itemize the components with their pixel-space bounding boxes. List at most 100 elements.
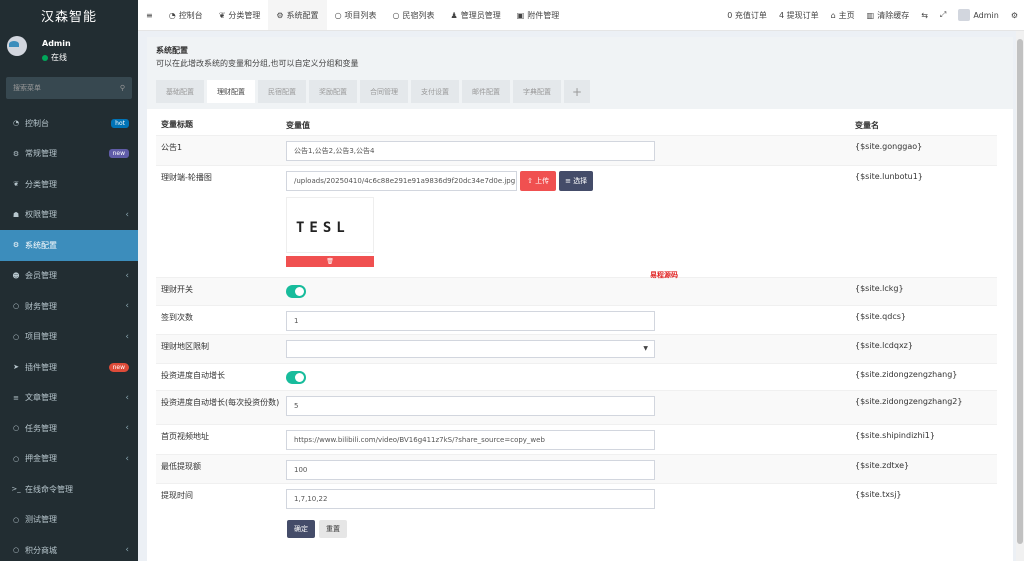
sidebar-item-points-mall[interactable]: ○ 积分商城 ‹: [0, 535, 138, 561]
scrollbar-thumb[interactable]: [1017, 39, 1023, 544]
sidebar-item-label: 插件管理: [25, 362, 57, 372]
user-icon: ♟: [450, 10, 458, 20]
tab-admin-manage[interactable]: ♟ 管理员管理: [443, 0, 509, 30]
tab-payment[interactable]: 支付设置: [411, 80, 459, 103]
sidebar-item-label: 文章管理: [25, 393, 57, 403]
app-logo[interactable]: 汉森智能: [0, 0, 138, 31]
chevron-left-icon: ‹: [125, 270, 129, 281]
sidebar-item-label: 押金管理: [25, 454, 57, 464]
sidebar-item-category[interactable]: ❦ 分类管理: [0, 169, 138, 200]
row-title: 提现时间: [161, 491, 193, 500]
terminal-icon: >_: [11, 485, 21, 494]
tab-homestay-list[interactable]: ○ 民宿列表: [385, 0, 443, 30]
circle-icon: ○: [12, 546, 20, 555]
auto-growth-shares-input[interactable]: 5: [286, 396, 655, 416]
tab-homestay[interactable]: 民宿配置: [258, 80, 306, 103]
row-title: 首页视频地址: [161, 432, 209, 441]
panel-heading: 系统配置 可以在此增改系统的变量和分组,也可以自定义分组和变量 基础配置 理财配…: [147, 37, 1013, 109]
new-badge: new: [108, 362, 129, 372]
home-icon: ⌂: [830, 10, 836, 20]
tab-email[interactable]: 邮件配置: [462, 80, 510, 103]
tab-category[interactable]: ❦ 分类管理: [211, 0, 269, 30]
header-title: 变量标题: [161, 120, 193, 129]
sidebar-item-system-config[interactable]: ⚙ 系统配置: [0, 230, 138, 261]
user-panel: Admin 在线: [0, 31, 138, 71]
tab-dashboard[interactable]: ◔ 控制台: [161, 0, 211, 30]
row-var-name: {$site.zidongzengzhang}: [855, 370, 958, 379]
sidebar-item-deposit[interactable]: ○ 押金管理 ‹: [0, 444, 138, 475]
table-row: 理财地区限制 ▼ {$site.lcdqxz}: [156, 334, 997, 363]
sidebar-item-members[interactable]: ☻ 会员管理 ‹: [0, 261, 138, 292]
gonggao-input[interactable]: 公告1,公告2,公告3,公告4: [286, 141, 655, 161]
row-value: 公告1,公告2,公告3,公告4: [283, 136, 855, 165]
tab-basic[interactable]: 基础配置: [156, 80, 204, 103]
sidebar-item-general[interactable]: ⚙ 常规管理 new: [0, 139, 138, 170]
min-withdraw-input[interactable]: 100: [286, 460, 655, 480]
search-icon[interactable]: ⚲: [120, 84, 125, 92]
tab-contract[interactable]: 合同管理: [360, 80, 408, 103]
config-tabs: 基础配置 理财配置 民宿配置 奖励配置 合同管理 支付设置 邮件配置 字典配置 …: [156, 80, 1004, 103]
chevron-left-icon: ‹: [125, 331, 129, 342]
submit-button[interactable]: 确定: [287, 520, 315, 538]
video-url-input[interactable]: https://www.bilibili.com/video/BV16g411z…: [286, 430, 655, 450]
row-value: 1: [283, 306, 855, 334]
sidebar-item-articles[interactable]: ≡ 文章管理 ‹: [0, 383, 138, 414]
fullscreen-button[interactable]: ⤢: [934, 0, 952, 30]
checkin-count-input[interactable]: 1: [286, 311, 655, 331]
tab-label: 控制台: [178, 10, 203, 20]
withdraw-time-input[interactable]: 1,7,10,22: [286, 489, 655, 509]
tab-finance[interactable]: 理财配置: [207, 80, 255, 103]
sidebar-item-auth[interactable]: ☗ 权限管理 ‹: [0, 200, 138, 231]
admin-menu[interactable]: Admin: [952, 0, 1005, 30]
home-link[interactable]: ⌂ 主页: [825, 0, 861, 30]
row-var-name: {$site.lcdqxz}: [855, 341, 913, 350]
reset-button[interactable]: 重置: [319, 520, 347, 538]
tab-system-config[interactable]: ⚙ 系统配置: [268, 0, 327, 30]
sidebar-item-label: 项目管理: [25, 332, 57, 342]
sidebar-item-label: 任务管理: [25, 423, 57, 433]
sidebar-item-command[interactable]: >_ 在线命令管理: [0, 474, 138, 505]
banner-path-input[interactable]: /uploads/20250410/4c6c88e291e91a9836d9f2…: [286, 171, 517, 191]
tab-reward[interactable]: 奖励配置: [309, 80, 357, 103]
table-row: 签到次数 1 {$site.qdcs}: [156, 305, 997, 334]
avatar: [958, 9, 971, 21]
chevron-left-icon: ‹: [125, 545, 129, 556]
tab-project-list[interactable]: ○ 项目列表: [327, 0, 385, 30]
sidebar-item-projects[interactable]: ○ 项目管理 ‹: [0, 322, 138, 353]
row-value: ▼: [283, 335, 855, 363]
banner-image-preview[interactable]: TESL: [286, 197, 374, 253]
translate-button[interactable]: ⇆: [915, 0, 934, 30]
withdraw-orders-link[interactable]: 4 提现订单: [773, 0, 825, 30]
menu-toggle-button[interactable]: ≡: [138, 0, 161, 30]
gear-icon: ⚙: [1010, 10, 1018, 20]
sidebar-item-test[interactable]: ○ 测试管理: [0, 505, 138, 536]
dashboard-icon: ◔: [12, 119, 20, 128]
sidebar: 汉森智能 Admin 在线 搜索菜单 ⚲ ◔ 控制台 hot ⚙ 常规管理 ne…: [0, 0, 138, 561]
auto-growth-toggle[interactable]: [286, 371, 306, 384]
page-scrollbar[interactable]: [1016, 31, 1024, 561]
finance-switch-toggle[interactable]: [286, 285, 306, 298]
sidebar-item-label: 控制台: [25, 118, 49, 128]
add-tab-button[interactable]: +: [564, 80, 591, 103]
sidebar-item-label: 系统配置: [25, 240, 57, 250]
sidebar-item-tasks[interactable]: ○ 任务管理 ‹: [0, 413, 138, 444]
recharge-orders-link[interactable]: 0 充值订单: [721, 0, 773, 30]
table-row: 公告1 公告1,公告2,公告3,公告4 {$site.gonggao}: [156, 135, 997, 165]
sidebar-item-dashboard[interactable]: ◔ 控制台 hot: [0, 108, 138, 139]
circle-icon: ○: [12, 515, 20, 524]
upload-button[interactable]: ⇧ 上传: [520, 171, 557, 191]
tab-attachments[interactable]: ▣ 附件管理: [509, 0, 568, 30]
row-var-name: {$site.gonggao}: [855, 142, 923, 151]
dashboard-icon: ◔: [168, 10, 176, 20]
sidebar-item-plugins[interactable]: ➤ 插件管理 new: [0, 352, 138, 383]
sidebar-item-finance[interactable]: ○ 财务管理 ‹: [0, 291, 138, 322]
sidebar-search-input[interactable]: 搜索菜单 ⚲: [6, 77, 132, 99]
tab-dictionary[interactable]: 字典配置: [513, 80, 561, 103]
region-limit-select[interactable]: ▼: [286, 340, 655, 358]
table-row: 理财端-轮播图 /uploads/20250410/4c6c88e291e91a…: [156, 165, 997, 277]
delete-image-button[interactable]: 🗑: [286, 256, 374, 267]
settings-button[interactable]: ⚙: [1005, 0, 1024, 30]
choose-button[interactable]: ≡ 选择: [559, 171, 594, 191]
fullscreen-icon: ⤢: [939, 10, 947, 19]
clear-cache-button[interactable]: ▥ 清除缓存: [861, 0, 916, 30]
